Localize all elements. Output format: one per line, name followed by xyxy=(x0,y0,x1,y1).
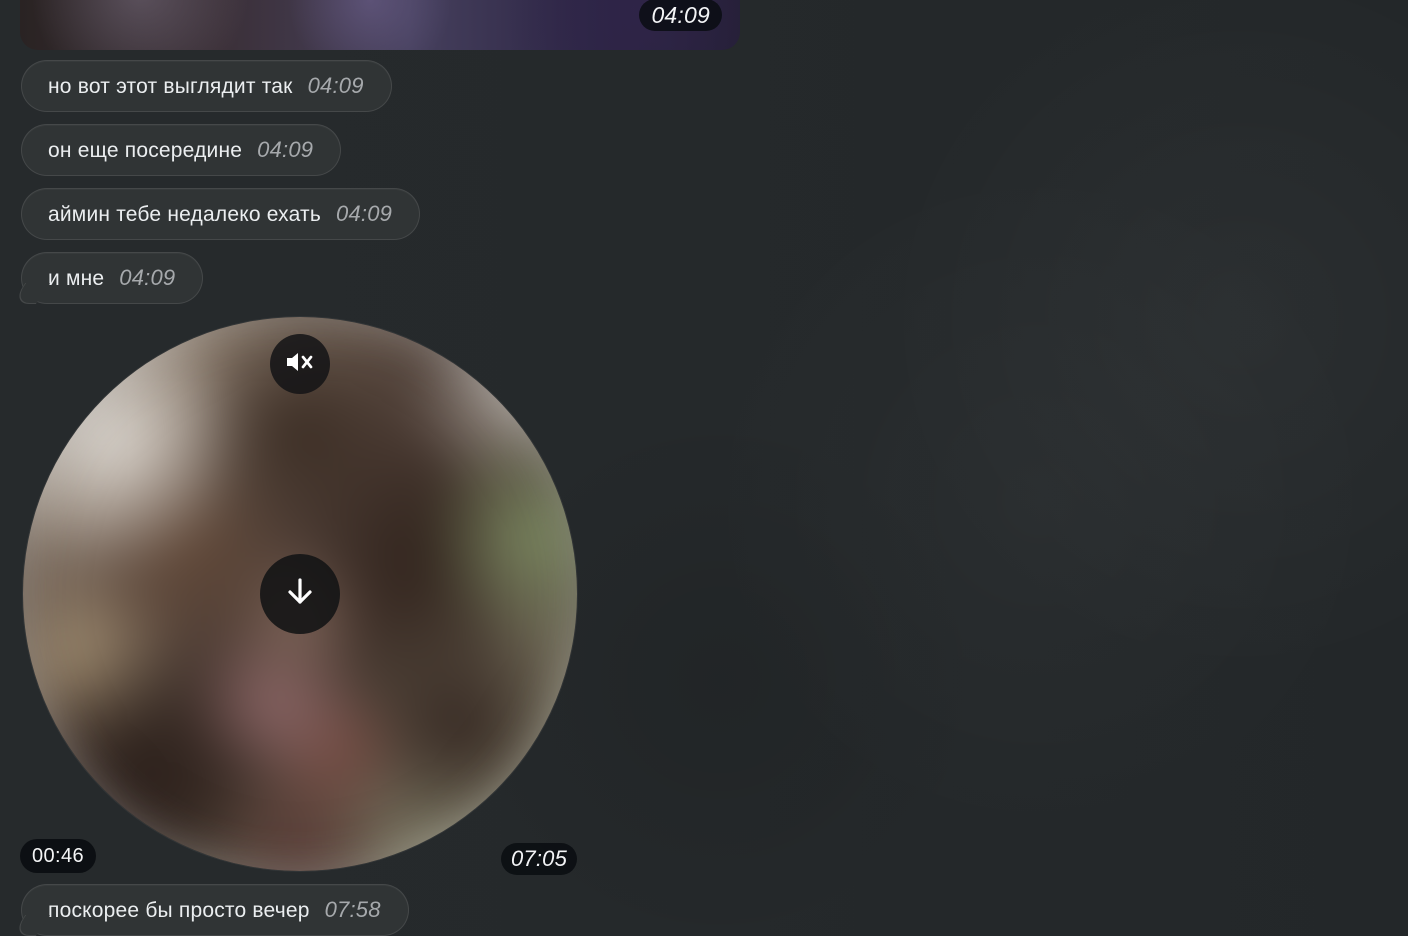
message-time: 04:09 xyxy=(257,137,314,162)
message-time: 04:09 xyxy=(307,73,364,98)
message-time: 07:58 xyxy=(324,897,381,922)
message-text: но вот этот выглядит так xyxy=(48,74,293,98)
message-bubble-1[interactable]: но вот этот выглядит так 04:09 xyxy=(21,60,392,112)
message-bubble-4[interactable]: и мне 04:09 xyxy=(21,252,204,304)
message-text: аймин тебе недалеко ехать xyxy=(48,202,322,226)
top-media-preview[interactable]: 04:09 xyxy=(20,0,740,50)
muted-speaker-icon xyxy=(284,350,316,379)
message-text: и мне xyxy=(48,266,105,290)
media-timestamp: 04:09 xyxy=(639,0,722,31)
download-button[interactable] xyxy=(260,554,340,634)
message-bubble-2[interactable]: он еще посередине 04:09 xyxy=(21,124,342,176)
message-time: 04:09 xyxy=(336,201,393,226)
download-arrow-icon xyxy=(280,572,320,617)
video-note[interactable] xyxy=(23,317,577,871)
video-timestamp-badge: 07:05 xyxy=(501,843,578,875)
message-bubble-5[interactable]: поскорее бы просто вечер 07:58 xyxy=(21,884,409,936)
message-text: поскорее бы просто вечер xyxy=(48,898,310,922)
video-duration-badge: 00:46 xyxy=(20,839,97,873)
message-text: он еще посередине xyxy=(48,138,243,162)
mute-toggle-button[interactable] xyxy=(270,334,330,394)
message-time: 04:09 xyxy=(119,265,176,290)
message-bubble-3[interactable]: аймин тебе недалеко ехать 04:09 xyxy=(21,188,421,240)
